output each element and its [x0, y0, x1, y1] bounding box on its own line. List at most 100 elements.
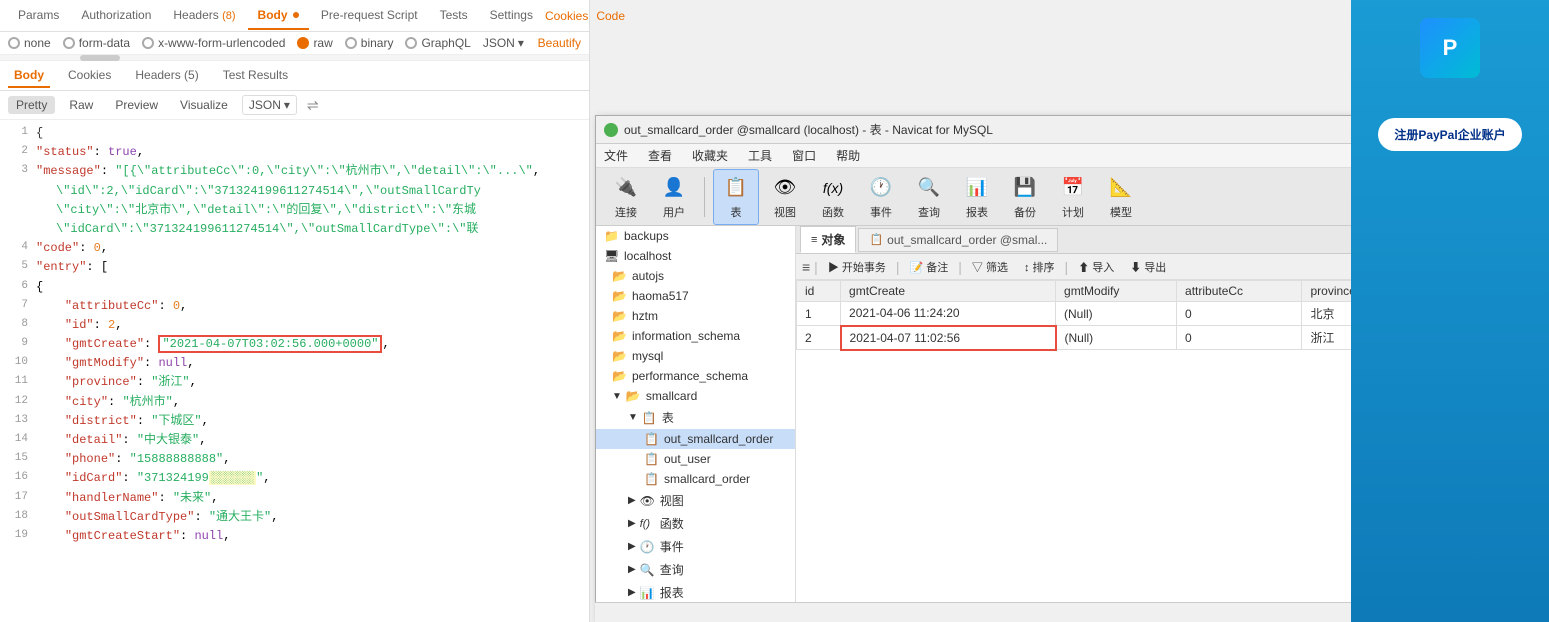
toolbar-view[interactable]: 👁 视图 — [763, 170, 807, 224]
note-button[interactable]: 📝 备注 — [904, 257, 955, 277]
col-header-gmtmodify[interactable]: gmtModify — [1056, 281, 1177, 302]
menu-window[interactable]: 窗口 — [788, 147, 820, 164]
query-icon: 🔍 — [915, 174, 943, 202]
option-urlencoded[interactable]: x-www-form-urlencoded — [142, 36, 285, 50]
view-visualize[interactable]: Visualize — [172, 96, 236, 114]
view-raw[interactable]: Raw — [61, 96, 101, 114]
export-button[interactable]: ⬇ 导出 — [1124, 257, 1172, 277]
tree-queries[interactable]: ▶ 🔍 查询 — [596, 558, 795, 581]
tree-views[interactable]: ▶ 👁 视图 — [596, 489, 795, 512]
start-transaction-button[interactable]: ▶ 开始事务 — [822, 257, 892, 277]
beautify-button[interactable]: Beautify — [538, 36, 581, 50]
nav-tab-objects[interactable]: ≡ 对象 — [800, 226, 856, 253]
tab-headers[interactable]: Headers (8) — [163, 2, 245, 30]
backups-icon: 📁 — [604, 229, 620, 243]
cell-gmtmodify-2[interactable]: (Null) — [1056, 326, 1177, 350]
cell-id-1[interactable]: 1 — [797, 302, 841, 326]
filter-button[interactable]: ▽ 筛选 — [966, 257, 1014, 277]
sub-tab-headers[interactable]: Headers (5) — [129, 64, 204, 88]
col-header-gmtcreate[interactable]: gmtCreate — [841, 281, 1056, 302]
tree-tables[interactable]: ▼ 📋 表 — [596, 406, 795, 429]
toolbar-backup[interactable]: 💾 备份 — [1003, 170, 1047, 224]
toolbar-schedule[interactable]: 📅 计划 — [1051, 170, 1095, 224]
option-formdata[interactable]: form-data — [63, 36, 130, 50]
tree-functions[interactable]: ▶ f() 函数 — [596, 512, 795, 535]
tree-backups[interactable]: 📁 backups — [596, 226, 795, 246]
tree-autojs[interactable]: 📂 autojs — [596, 266, 795, 286]
tree-haoma517[interactable]: 📂 haoma517 — [596, 286, 795, 306]
toolbar-connect[interactable]: 🔌 连接 — [604, 170, 648, 224]
sub-tab-body[interactable]: Body — [8, 64, 50, 88]
col-header-id[interactable]: id — [797, 281, 841, 302]
tree-mysql[interactable]: 📂 mysql — [596, 346, 795, 366]
cell-attributecc-1[interactable]: 0 — [1177, 302, 1302, 326]
cell-gmtcreate-1[interactable]: 2021-04-06 11:24:20 — [841, 302, 1056, 326]
tab-settings[interactable]: Settings — [480, 2, 543, 30]
cell-attributecc-2[interactable]: 0 — [1177, 326, 1302, 350]
tree-performance-schema[interactable]: 📂 performance_schema — [596, 366, 795, 386]
cell-gmtmodify-1[interactable]: (Null) — [1056, 302, 1177, 326]
tree-information-schema[interactable]: 📂 information_schema — [596, 326, 795, 346]
tree-hztm[interactable]: 📂 hztm — [596, 306, 795, 326]
toolbar-table[interactable]: 📋 表 — [713, 169, 759, 225]
out-smallcard-order-icon: 📋 — [644, 432, 660, 446]
view-icon: 👁 — [771, 174, 799, 202]
tree-events[interactable]: ▶ 🕐 事件 — [596, 535, 795, 558]
paypal-logo: P — [1420, 18, 1480, 78]
tree-localhost[interactable]: 🖥 localhost — [596, 246, 795, 266]
view-pretty[interactable]: Pretty — [8, 96, 55, 114]
tab-params[interactable]: Params — [8, 2, 69, 30]
option-none[interactable]: none — [8, 36, 51, 50]
tab-authorization[interactable]: Authorization — [71, 2, 161, 30]
code-line-2: 2 "status": true, — [8, 143, 581, 162]
menu-help[interactable]: 帮助 — [832, 147, 864, 164]
paypal-register-button[interactable]: 注册PayPal企业账户 — [1378, 118, 1521, 151]
menu-tools[interactable]: 工具 — [744, 147, 776, 164]
nav-tab-table-data[interactable]: 📋 out_smallcard_order @smal... — [858, 228, 1058, 252]
toolbar-user[interactable]: 👤 用户 — [652, 170, 696, 224]
col-header-attributecc[interactable]: attributeCc — [1177, 281, 1302, 302]
action-menu-icon[interactable]: ≡ — [802, 259, 810, 275]
tab-tests[interactable]: Tests — [430, 2, 478, 30]
toolbar-event[interactable]: 🕐 事件 — [859, 170, 903, 224]
cell-gmtcreate-2[interactable]: 2021-04-07 11:02:56 — [841, 326, 1056, 350]
option-binary[interactable]: binary — [345, 36, 394, 50]
import-button[interactable]: ⬆ 导入 — [1072, 257, 1120, 277]
code-link[interactable]: Code — [596, 9, 625, 23]
objects-tab-icon: ≡ — [811, 234, 817, 246]
sort-button[interactable]: ↕ 排序 — [1018, 257, 1061, 277]
code-line-5: 5 "entry": [ — [8, 258, 581, 277]
option-raw[interactable]: raw — [297, 36, 332, 50]
tree-out-smallcard-order[interactable]: 📋 out_smallcard_order — [596, 429, 795, 449]
cookies-link[interactable]: Cookies — [545, 9, 588, 23]
toolbar-model[interactable]: 📐 模型 — [1099, 170, 1143, 224]
menu-favorites[interactable]: 收藏夹 — [688, 147, 732, 164]
option-graphql[interactable]: GraphQL — [405, 36, 470, 50]
json-view-dropdown[interactable]: JSON ▾ — [242, 95, 297, 115]
radio-none — [8, 37, 20, 49]
menu-file[interactable]: 文件 — [600, 147, 632, 164]
json-type-dropdown[interactable]: JSON ▾ — [483, 36, 524, 50]
tree-reports[interactable]: ▶ 📊 报表 — [596, 581, 795, 604]
horizontal-scrollbar[interactable] — [0, 55, 589, 61]
code-line-13: 13 "district": "下城区", — [8, 412, 581, 431]
radio-binary — [345, 37, 357, 49]
sub-tab-testresults[interactable]: Test Results — [217, 64, 294, 88]
wrap-icon[interactable]: ⇌ — [307, 97, 319, 114]
toolbar-report[interactable]: 📊 报表 — [955, 170, 999, 224]
code-line-17: 17 "handlerName": "未来", — [8, 489, 581, 508]
smallcard-icon: 📂 — [626, 389, 642, 403]
sub-tab-bar: Body Cookies Headers (5) Test Results — [0, 61, 589, 91]
menu-view[interactable]: 查看 — [644, 147, 676, 164]
toolbar-query[interactable]: 🔍 查询 — [907, 170, 951, 224]
tree-smallcard[interactable]: ▼ 📂 smallcard — [596, 386, 795, 406]
tree-out-user[interactable]: 📋 out_user — [596, 449, 795, 469]
sub-tab-cookies[interactable]: Cookies — [62, 64, 117, 88]
tab-body[interactable]: Body — [248, 2, 309, 30]
information-schema-icon: 📂 — [612, 329, 628, 343]
tab-prerequest[interactable]: Pre-request Script — [311, 2, 428, 30]
cell-id-2[interactable]: 2 — [797, 326, 841, 350]
tree-smallcard-order[interactable]: 📋 smallcard_order — [596, 469, 795, 489]
view-preview[interactable]: Preview — [107, 96, 166, 114]
toolbar-function[interactable]: f(x) 函数 — [811, 170, 855, 224]
